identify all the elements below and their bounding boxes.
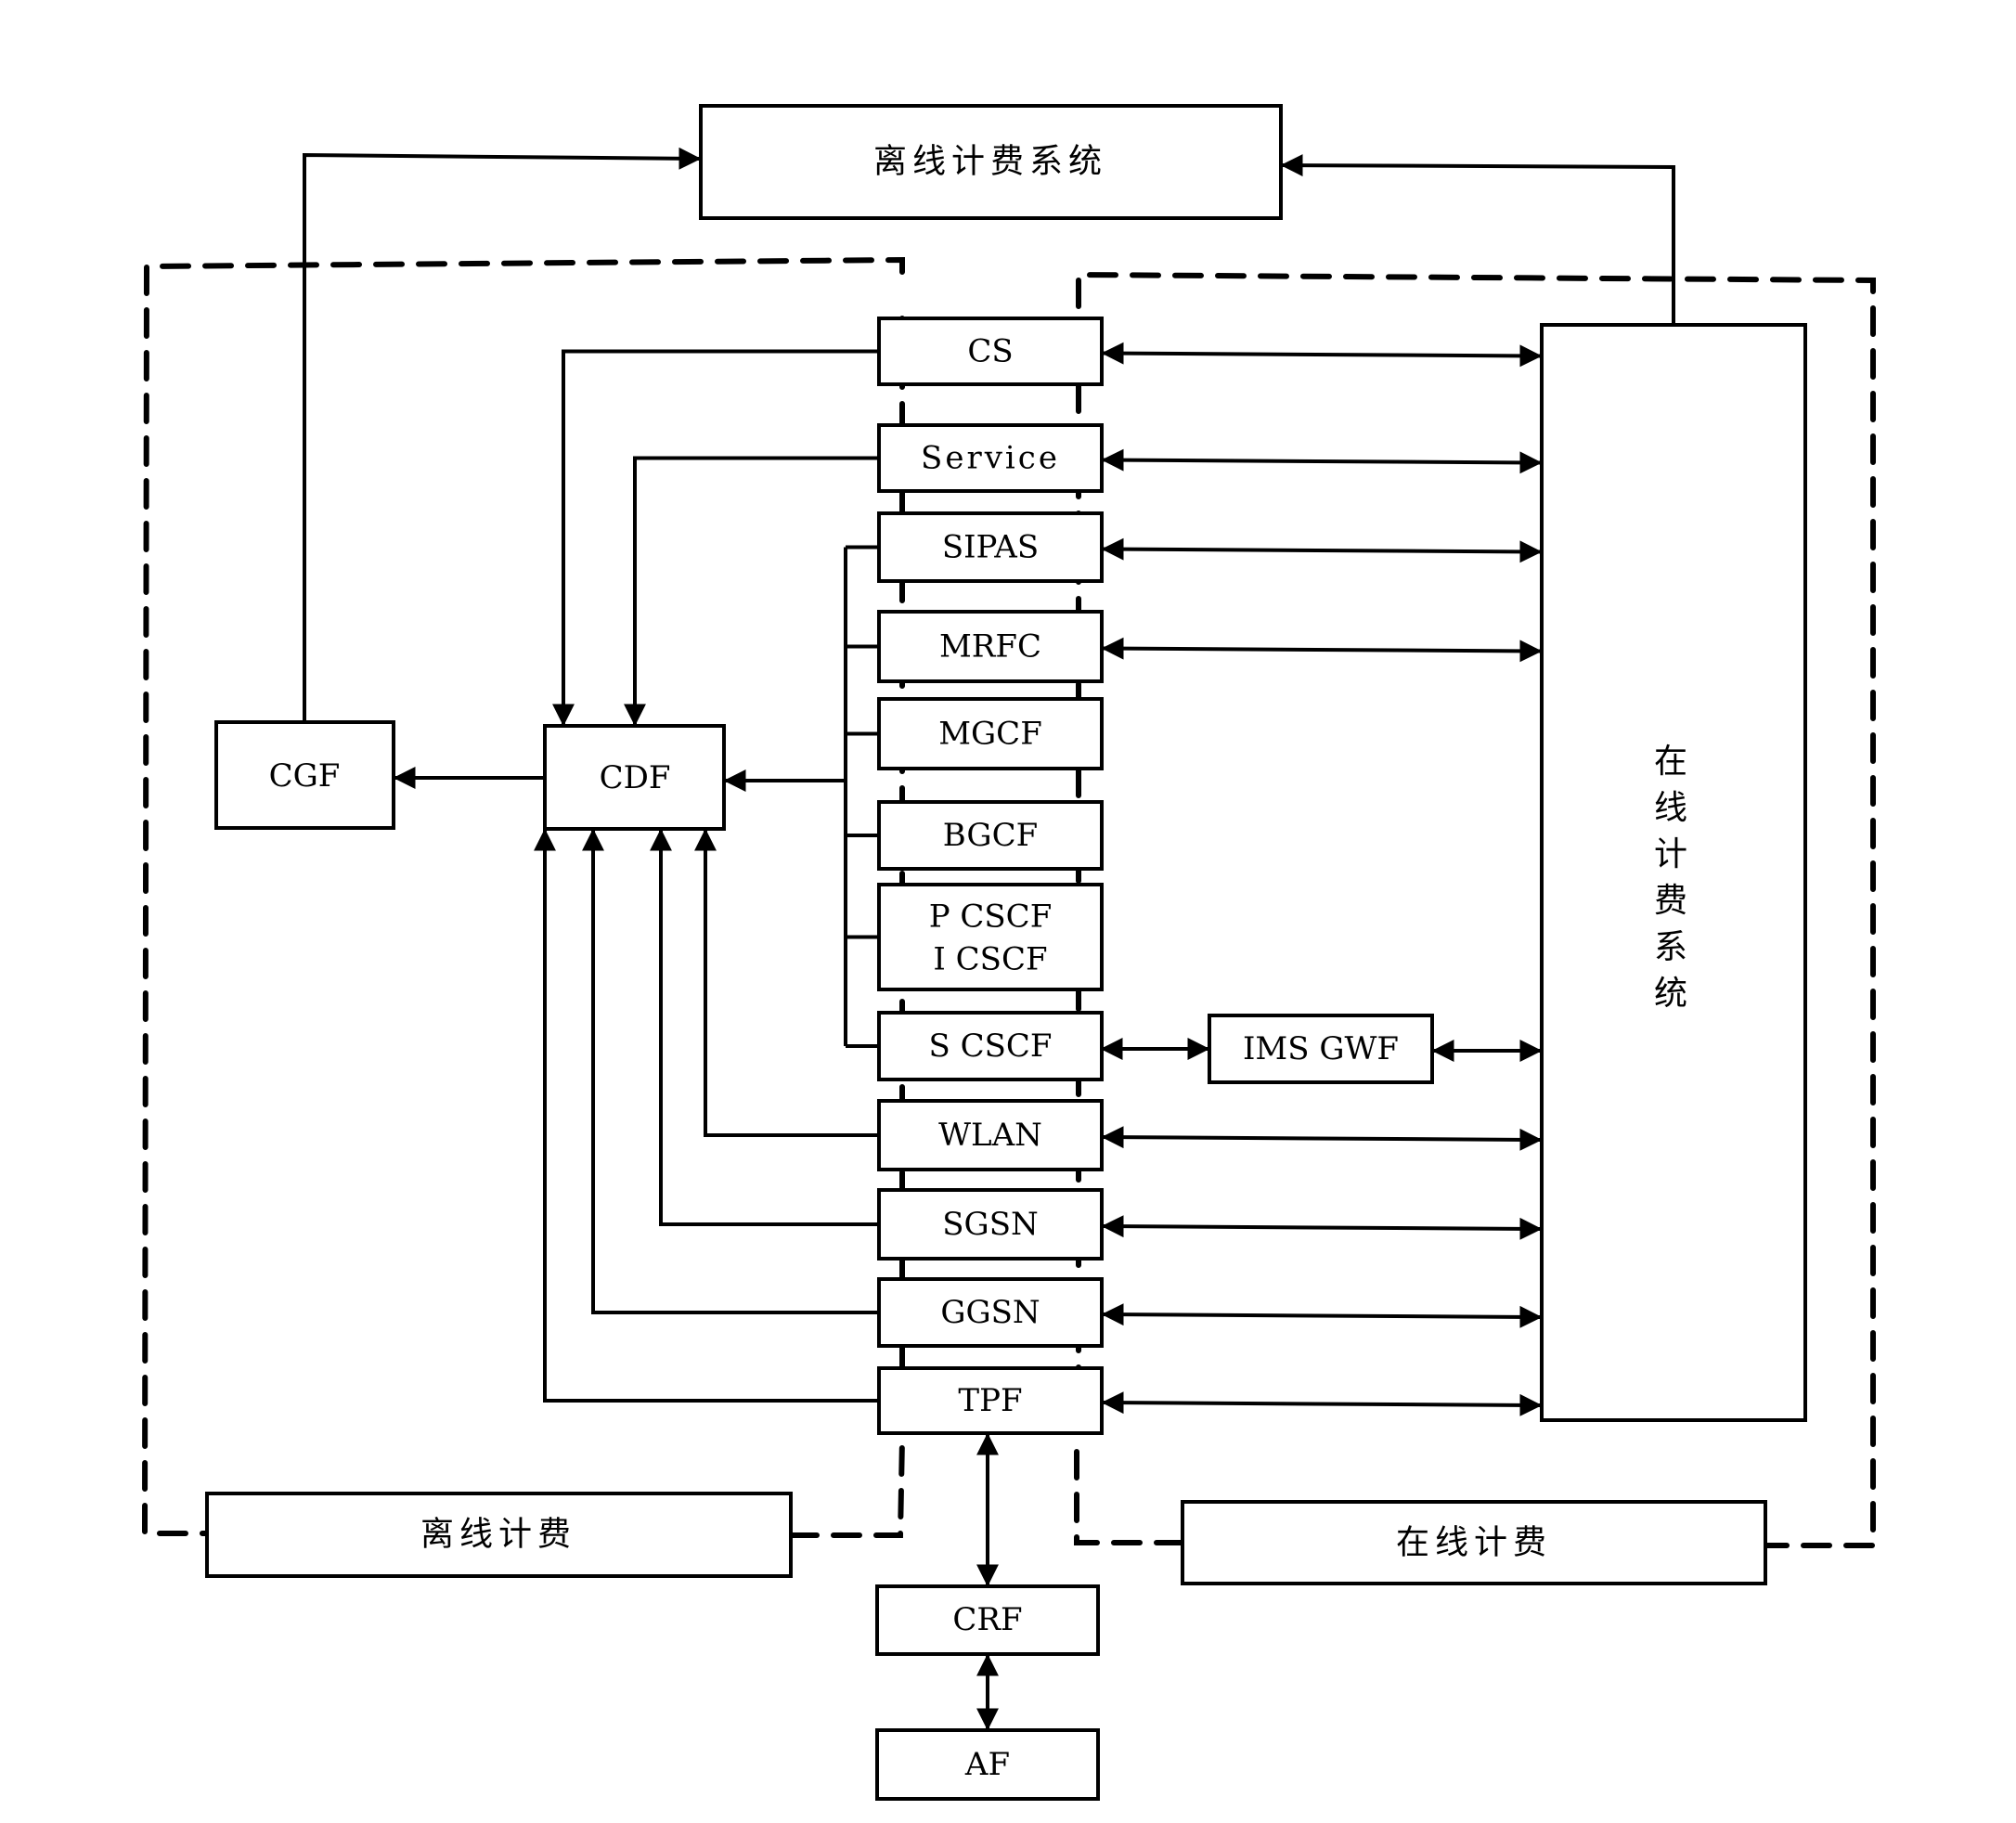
mrfc-label: MRFC (939, 628, 1041, 666)
wlan-label: WLAN (938, 1117, 1042, 1154)
mrfc-node: MRFC (877, 610, 1104, 683)
ggsn-online-arrow (1101, 1303, 1543, 1328)
charging-architecture-diagram: 离线计费系统 在线计费系统 CGF CDF IMS GWF CRF AF 离线计… (141, 104, 1876, 1801)
s-cscf-node: S CSCF (877, 1011, 1104, 1081)
pi-cscf-label-2: I CSCF (933, 941, 1047, 978)
bgcf-node: BGCF (877, 800, 1104, 871)
cgf-label: CGF (269, 757, 341, 795)
offline-charging-label-box: 离线计费 (205, 1492, 793, 1578)
online-charging-label-box: 在线计费 (1181, 1500, 1767, 1585)
crf-label: CRF (952, 1601, 1022, 1638)
online-to-offline-system-arrow (1280, 154, 1675, 325)
mgcf-node: MGCF (877, 697, 1104, 770)
s-cscf-label: S CSCF (928, 1028, 1052, 1065)
af-node: AF (875, 1728, 1100, 1801)
ims-gwf-node: IMS GWF (1208, 1014, 1434, 1084)
tpf-node: TPF (877, 1366, 1104, 1435)
offline-domain-boundary-right (788, 1436, 905, 1538)
bgcf-label: BGCF (943, 817, 1038, 854)
pi-cscf-label: P CSCF (929, 899, 1053, 936)
cs-to-cdf-arrow (552, 349, 879, 727)
sipas-online-arrow (1101, 537, 1543, 563)
cs-online-arrow (1101, 342, 1543, 368)
ggsn-node: GGSN (877, 1277, 1104, 1348)
tpf-online-arrow (1101, 1391, 1543, 1416)
offline-system-label: 离线计费系统 (873, 143, 1107, 181)
pi-cscf-node: P CSCF I CSCF (877, 883, 1104, 991)
online-charging-label: 在线计费 (1396, 1524, 1552, 1562)
ims-gwf-label: IMS GWF (1243, 1030, 1399, 1067)
offline-charging-label: 离线计费 (420, 1516, 576, 1554)
cdf-label: CDF (600, 759, 671, 796)
sgsn-node: SGSN (877, 1188, 1104, 1261)
cs-label: CS (967, 333, 1013, 370)
offline-charging-system: 离线计费系统 (699, 104, 1283, 220)
service-node: Service (877, 423, 1104, 493)
mrfc-online-arrow (1101, 637, 1543, 663)
online-domain-boundary-left (1074, 1436, 1185, 1545)
sgsn-label: SGSN (942, 1206, 1039, 1243)
af-label: AF (964, 1746, 1010, 1783)
service-to-cdf-arrow (624, 456, 879, 727)
sgsn-online-arrow (1101, 1215, 1543, 1240)
sipas-label: SIPAS (942, 529, 1039, 566)
sipas-node: SIPAS (877, 511, 1104, 583)
cgf-to-offline-system-arrow (303, 147, 702, 722)
online-charging-system: 在线计费系统 (1540, 323, 1807, 1422)
cgf-node: CGF (214, 720, 395, 830)
crf-node: CRF (875, 1584, 1100, 1656)
ggsn-label: GGSN (940, 1294, 1040, 1331)
wlan-online-arrow (1101, 1126, 1543, 1151)
cs-node: CS (877, 317, 1104, 386)
service-online-arrow (1101, 448, 1543, 474)
network-elements: CS Service SIPAS MRFC MGCF BGCF P CSCF I CSCF S … (877, 317, 1104, 1435)
mgcf-label: MGCF (938, 716, 1042, 753)
cdf-node: CDF (543, 724, 726, 831)
wlan-node: WLAN (877, 1099, 1104, 1171)
service-label: Service (921, 440, 1060, 477)
ggsn-to-cdf-arrow (582, 828, 879, 1314)
wlan-to-cdf-arrow (694, 828, 879, 1137)
tpf-label: TPF (958, 1382, 1022, 1419)
offline-domain-boundary (141, 256, 905, 1536)
